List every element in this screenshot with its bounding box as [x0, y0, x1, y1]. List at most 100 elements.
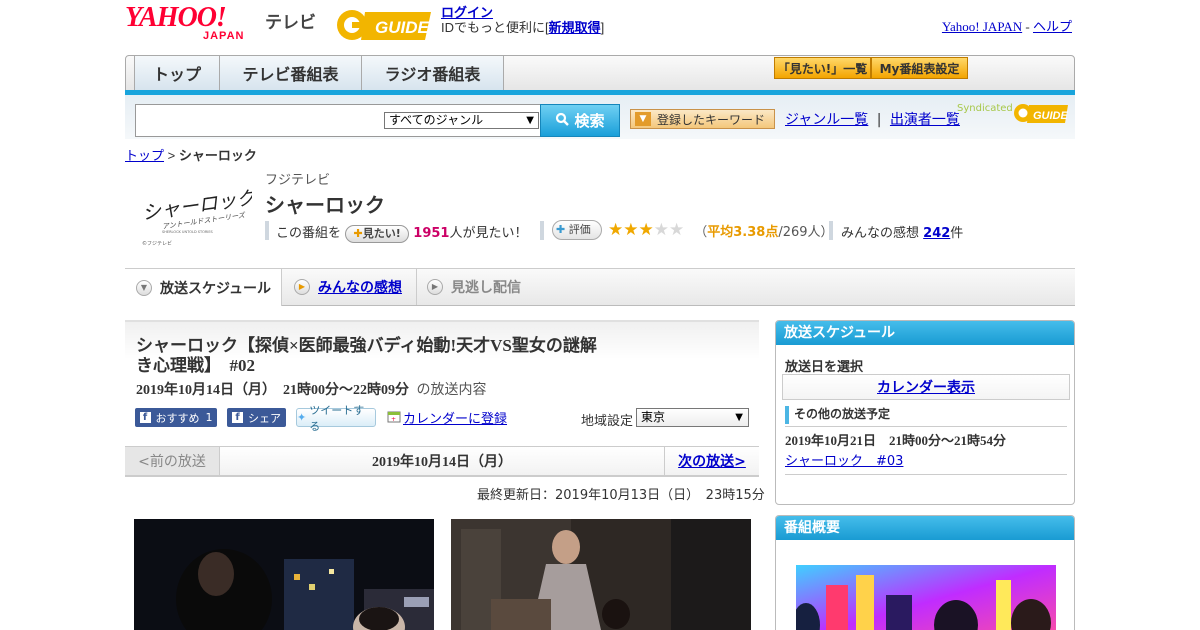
tab-schedule[interactable]: ▼ 放送スケジュール [125, 269, 282, 306]
episode-date-row: 2019年10月14日（月） 21時00分～22時09分 の放送内容 [136, 379, 487, 399]
rating-button[interactable]: ✚ 評価 [552, 220, 602, 240]
mitai-list-button[interactable]: 「見たい!」一覧 [774, 57, 871, 79]
divider [785, 474, 1067, 475]
last-updated: 最終更新日：2019年10月13日（日） 23時15分 [477, 488, 765, 503]
syndicated-label: Syndicated [957, 103, 1013, 114]
play-icon: ▶ [294, 279, 310, 295]
gguide-logo[interactable]: GUIDE [335, 6, 433, 42]
search-row: すべてのジャンル ▼ 検索 ▼ 登録したキーワード ジャンル一覧 | 出演者一覧… [125, 95, 1075, 139]
other-broadcast-date: 2019年10月21日 21時00分～21時54分 [785, 433, 1007, 448]
genre-select[interactable]: すべてのジャンル ▼ [384, 112, 539, 129]
tab-minogashi-label: 見逃し配信 [451, 280, 521, 296]
mitai-button[interactable]: ✚見たい! [345, 224, 410, 243]
mitai-count: 1951 [413, 226, 450, 241]
divider [785, 426, 1067, 427]
tweet-label: ツイートする [309, 403, 365, 433]
tab-minogashi[interactable]: ▶ 見逃し配信 [417, 269, 547, 305]
kanso-label: みんなの感想 [841, 226, 920, 241]
facebook-share-button[interactable]: f シェア [227, 408, 286, 427]
my-schedule-button[interactable]: My番組表設定 [871, 57, 968, 79]
facebook-share-label: シェア [248, 411, 281, 425]
twitter-bird-icon: ✦ [297, 411, 307, 424]
other-broadcast-link[interactable]: シャーロック #03 [785, 450, 903, 469]
chevron-down-icon: ▼ [136, 279, 152, 296]
kanso-unit: 件 [950, 226, 964, 241]
episode-pager: <前の放送 2019年10月14日（月） 次の放送> [125, 446, 759, 477]
facebook-icon: f [232, 412, 243, 423]
genre-select-value: すべてのジャンル [389, 113, 484, 127]
mitai-suffix: 人が見たい！ [449, 226, 528, 241]
pager-current-date: 2019年10月14日（月） [372, 455, 512, 470]
next-broadcast-link[interactable]: 次の放送> [664, 447, 759, 475]
nav-tab-tv-schedule[interactable]: テレビ番組表 [220, 56, 362, 90]
star-icon: ★ [638, 219, 654, 240]
search-button-label: 検索 [574, 112, 605, 130]
program-logo-en: SHERLOCK UNTOLD STORIES [162, 230, 214, 234]
yahoo-japan-link[interactable]: Yahoo! JAPAN [942, 19, 1022, 34]
svg-text:+: + [391, 416, 396, 423]
nav-tab-radio-schedule[interactable]: ラジオ番組表 [362, 56, 504, 90]
sidebar-schedule-box: 放送スケジュール 放送日を選択 カレンダー表示 その他の放送予定 2019年10… [775, 320, 1075, 505]
tweet-button[interactable]: ✦ ツイートする [296, 404, 376, 433]
star-icon: ★ [669, 219, 685, 240]
facebook-recommend-button[interactable]: f おすすめ 1 [135, 408, 217, 427]
program-title: シャーロック [265, 193, 385, 217]
login-link[interactable]: ログイン [441, 5, 493, 20]
login-text: IDでもっと便利に[ [441, 20, 549, 35]
syndicated-gguide-logo: GUIDE [1013, 101, 1069, 125]
episode-title: シャーロック【探偵×医師最強バディ始動!天才VS聖女の謎解き心理戦】 #02 [136, 336, 597, 375]
region-label: 地域設定 [581, 414, 634, 429]
episode-photo-2 [451, 519, 751, 630]
breadcrumb-sep: > [164, 148, 179, 163]
region-select[interactable]: 東京 ▼ [636, 408, 749, 427]
search-button[interactable]: 検索 [540, 104, 620, 137]
register-link[interactable]: 新規取得 [549, 20, 601, 35]
login-box: ログイン IDでもっと便利に[新規取得] [441, 5, 604, 35]
facebook-icon: f [139, 412, 151, 423]
rating-open: （ [694, 224, 708, 240]
breadcrumb-current: シャーロック [178, 148, 257, 163]
svg-text:GUIDE: GUIDE [1033, 110, 1069, 122]
breadcrumb: トップ > シャーロック [125, 145, 257, 164]
program-logo-copyright: ©フジテレビ [142, 240, 172, 247]
info-separator [265, 221, 269, 240]
keyword-button[interactable]: ▼ 登録したキーワード [630, 109, 775, 129]
select-date-label: 放送日を選択 [785, 360, 864, 375]
rating-section: ✚ 評価 ★★★★★ （平均3.38点/269人） [552, 220, 834, 240]
calendar-register[interactable]: + カレンダーに登録 [387, 408, 511, 427]
star-icon: ★ [608, 219, 624, 240]
genre-list-link[interactable]: ジャンル一覧 [785, 112, 868, 128]
yahoo-japan-logo[interactable]: YAHOO! JAPAN [125, 2, 263, 43]
search-links-divider: | [876, 112, 882, 128]
search-links: ジャンル一覧 | 出演者一覧 [785, 109, 960, 129]
rating-stars: ★★★★★ [608, 219, 685, 240]
yahoo-logo-text: YAHOO! [125, 2, 227, 33]
dropdown-triangle-icon: ▼ [635, 112, 651, 126]
breadcrumb-top-link[interactable]: トップ [125, 148, 164, 163]
rating-count: /269人） [778, 224, 834, 240]
svg-text:GUIDE: GUIDE [375, 18, 430, 37]
episode-date-suffix: の放送内容 [416, 381, 487, 397]
nav-tab-top[interactable]: トップ [134, 56, 220, 90]
main-nav: トップ テレビ番組表 ラジオ番組表 「見たい!」一覧 My番組表設定 [125, 55, 1075, 91]
tab-kanso-label: みんなの感想 [318, 280, 402, 296]
sidebar-overview-box: 番組概要 [775, 515, 1075, 630]
episode-photo-1 [134, 519, 434, 630]
chevron-down-icon: ▼ [526, 115, 534, 126]
info-separator [829, 221, 833, 240]
other-broadcasts-heading: その他の放送予定 [785, 406, 1067, 424]
sidebar-schedule-heading: 放送スケジュール [776, 321, 1074, 345]
login-text-close: ] [600, 20, 605, 35]
kanso-section: みんなの感想 242件 [841, 222, 963, 241]
rating-average: 平均3.38点 [707, 224, 779, 240]
chevron-down-icon: ▼ [735, 412, 743, 423]
help-link[interactable]: ヘルプ [1033, 19, 1072, 34]
top-links: Yahoo! JAPAN - ヘルプ [942, 16, 1072, 35]
cast-list-link[interactable]: 出演者一覧 [890, 112, 960, 128]
calendar-display-button[interactable]: カレンダー表示 [782, 374, 1070, 400]
kanso-count-link[interactable]: 242 [923, 226, 950, 241]
sidebar-overview-heading: 番組概要 [776, 516, 1074, 540]
calendar-register-link: カレンダーに登録 [403, 412, 508, 427]
tv-label: テレビ [265, 13, 316, 33]
tab-kanso[interactable]: ▶ みんなの感想 [282, 269, 417, 305]
